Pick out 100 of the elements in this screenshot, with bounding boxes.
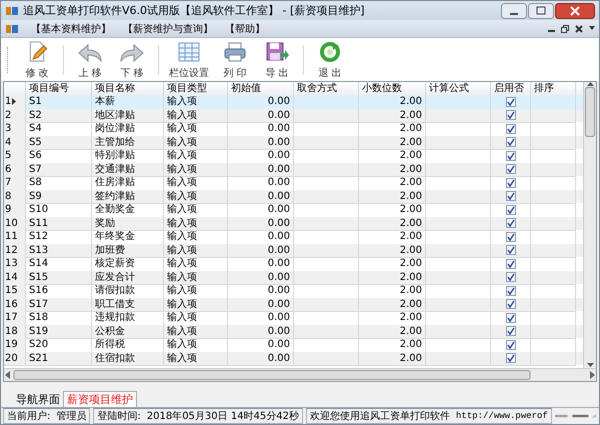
table-cell: 主管加给 xyxy=(92,136,164,150)
table-cell: S5 xyxy=(26,136,92,150)
table-cell: S13 xyxy=(26,244,92,258)
table-cell: 0.00 xyxy=(228,216,294,231)
toolbar-button[interactable]: 上 移 xyxy=(70,40,110,80)
checkbox[interactable] xyxy=(506,232,516,242)
table-cell: 2.00 xyxy=(359,352,426,366)
row-number: 11 xyxy=(5,230,18,244)
toolbar-button[interactable]: 修 改 xyxy=(17,40,57,80)
row-number: 13 xyxy=(5,257,18,270)
checkbox[interactable] xyxy=(506,204,516,215)
tab[interactable]: 薪资项目维护 xyxy=(63,391,137,407)
table-row[interactable]: 4 S5 主管加给 输入项 0.00 2.00 xyxy=(4,136,583,149)
scrollbar-thumb[interactable] xyxy=(12,370,532,380)
checkbox[interactable] xyxy=(506,272,516,282)
dropdown-arrow-icon[interactable] xyxy=(589,26,595,31)
table-cell: S11 xyxy=(26,216,92,231)
table-cell: 输入项 xyxy=(164,324,228,339)
table-cell: 2.00 xyxy=(359,244,426,258)
row-number: 5 xyxy=(5,149,12,162)
checkbox[interactable] xyxy=(506,178,516,188)
toolbar-button[interactable]: 导 出 xyxy=(257,40,297,80)
checkbox[interactable] xyxy=(506,96,516,107)
table-row[interactable]: 2 S2 地区津贴 输入项 0.00 2.00 xyxy=(4,108,583,122)
checkbox[interactable] xyxy=(506,218,516,228)
table-row[interactable]: 8 S9 签约津贴 输入项 0.00 2.00 xyxy=(4,190,583,203)
checkbox[interactable] xyxy=(506,137,516,148)
table-cell: 输入项 xyxy=(164,270,228,285)
table-row[interactable]: 6 S7 交通津贴 输入项 0.00 2.00 xyxy=(4,162,583,176)
scroll-left-icon[interactable] xyxy=(4,371,12,379)
row-number: 18 xyxy=(5,324,18,338)
checkbox[interactable] xyxy=(506,340,516,350)
table-row[interactable]: 12 S13 加班费 输入项 0.00 2.00 xyxy=(4,244,583,257)
menu-item[interactable]: 【帮助】 xyxy=(225,22,265,36)
maximize-button[interactable] xyxy=(528,2,554,18)
close-button[interactable] xyxy=(555,2,595,18)
table-cell: 输入项 xyxy=(164,298,228,312)
table-cell: 2.00 xyxy=(359,190,426,204)
table-cell: 输入项 xyxy=(164,136,228,150)
row-number: 6 xyxy=(5,162,12,176)
table-row[interactable]: 20 S21 住宿扣款 输入项 0.00 2.00 xyxy=(4,352,583,365)
row-number: 10 xyxy=(5,216,18,230)
row-number: 7 xyxy=(5,176,12,190)
table-row[interactable]: 10 S11 奖励 输入项 0.00 2.00 xyxy=(4,216,583,230)
table-cell: S17 xyxy=(26,298,92,312)
table-cell: 0.00 xyxy=(228,136,294,150)
table-cell: 交通津贴 xyxy=(92,162,164,177)
toolbar-button[interactable]: 退 出 xyxy=(310,40,350,80)
row-number: 8 xyxy=(5,190,12,203)
minimize-button[interactable] xyxy=(501,2,527,18)
checkbox[interactable] xyxy=(506,150,516,161)
table-cell: 0.00 xyxy=(228,352,294,366)
table-row[interactable]: 18 S19 公积金 输入项 0.00 2.00 xyxy=(4,324,583,338)
checkbox[interactable] xyxy=(506,299,516,310)
checkbox[interactable] xyxy=(506,124,516,134)
app-logo-icon xyxy=(5,22,19,34)
status-label: 当前用户: xyxy=(7,410,50,423)
table-cell: 加班费 xyxy=(92,244,164,258)
checkbox[interactable] xyxy=(506,191,516,202)
row-number: 20 xyxy=(5,352,18,365)
table-cell: 地区津贴 xyxy=(92,108,164,123)
tab[interactable]: 导航界面 xyxy=(13,392,63,407)
checkbox[interactable] xyxy=(506,286,516,296)
checkbox[interactable] xyxy=(506,110,516,120)
table-cell: S7 xyxy=(26,162,92,177)
table-cell: S9 xyxy=(26,190,92,204)
toolbar-button[interactable]: 下 移 xyxy=(112,40,152,80)
floppy-disk-icon xyxy=(265,40,289,62)
table-row[interactable]: 1 S1 本薪 输入项 0.00 2.00 xyxy=(4,95,583,108)
status-message: 欢迎您使用追风工资单打印软件 xyxy=(310,410,450,423)
row-number: 19 xyxy=(5,338,18,352)
scroll-right-icon[interactable] xyxy=(588,371,596,379)
close-icon[interactable] xyxy=(575,24,583,32)
checkbox[interactable] xyxy=(506,258,516,269)
restore-icon[interactable] xyxy=(561,24,569,32)
menu-item[interactable]: 【薪资维护与查询】 xyxy=(123,22,213,36)
toolbar-button[interactable]: 列 印 xyxy=(215,40,255,80)
table-row[interactable]: 16 S17 职工借支 输入项 0.00 2.00 xyxy=(4,298,583,311)
table-cell: 输入项 xyxy=(164,216,228,231)
status-value: 2018年05月30日 14时45分42秒 xyxy=(146,410,300,423)
checkbox[interactable] xyxy=(506,326,516,336)
toolbar-button[interactable]: 栏位设置 xyxy=(165,40,213,80)
table-cell: S15 xyxy=(26,270,92,285)
table-cell: 2.00 xyxy=(359,162,426,177)
checkbox[interactable] xyxy=(506,245,516,256)
table-cell: 输入项 xyxy=(164,162,228,177)
refresh-icon xyxy=(318,40,342,62)
table-cell: 2.00 xyxy=(359,270,426,285)
checkbox[interactable] xyxy=(506,312,516,323)
menu-item[interactable]: 【基本资料维护】 xyxy=(31,22,111,36)
checkbox[interactable] xyxy=(506,164,516,174)
table-row[interactable]: 14 S15 应发合计 输入项 0.00 2.00 xyxy=(4,270,583,284)
table-cell: 2.00 xyxy=(359,324,426,339)
table-cell: 2.00 xyxy=(359,216,426,231)
scrollbar-thumb[interactable] xyxy=(585,87,595,137)
table-cell: 应发合计 xyxy=(92,270,164,285)
row-number: 9 xyxy=(5,203,12,216)
table-cell: 0.00 xyxy=(228,162,294,177)
checkbox[interactable] xyxy=(506,353,516,364)
row-number: 2 xyxy=(5,108,12,122)
